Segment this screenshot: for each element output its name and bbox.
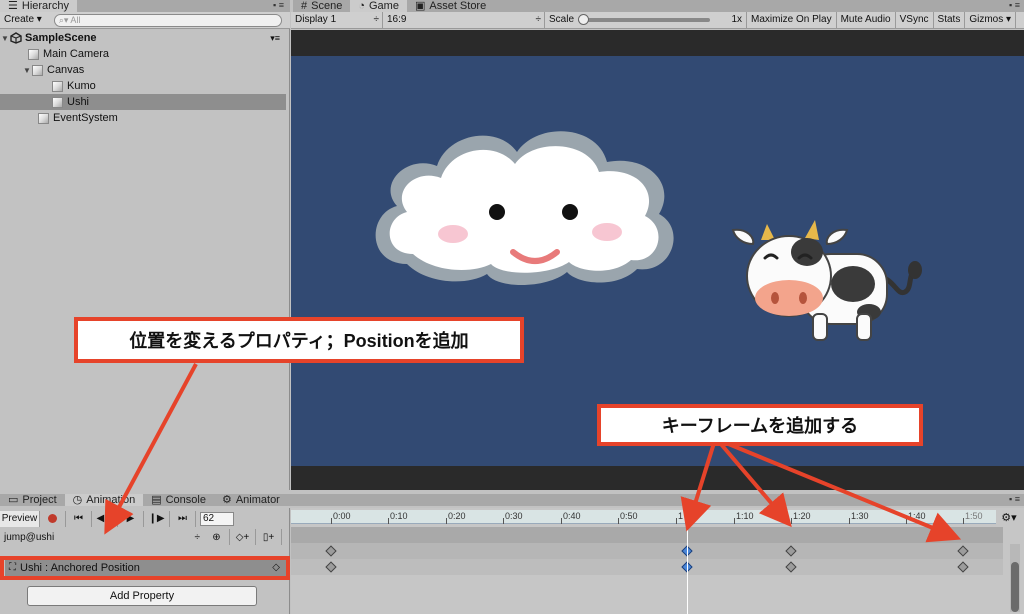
mute-audio-button[interactable]: Mute Audio bbox=[837, 12, 896, 28]
ruler-tick: 1:50 bbox=[965, 511, 983, 521]
tree-item-canvas[interactable]: ▼ Canvas bbox=[0, 62, 286, 78]
add-keyframe-icon[interactable]: ◇+ bbox=[230, 529, 256, 545]
search-icon: ⌕▾ bbox=[58, 14, 69, 25]
last-keyframe-icon[interactable]: ⏭ bbox=[170, 510, 196, 527]
ruler-tick: 1 bbox=[678, 511, 684, 521]
panel-menu-icon[interactable]: ▪ ≡ bbox=[273, 0, 284, 10]
create-button[interactable]: Create ▾ bbox=[0, 12, 46, 28]
aspect-select[interactable]: 16:9 ÷ bbox=[383, 12, 545, 28]
panel-menu-icon[interactable]: ▪ ≡ bbox=[1009, 0, 1020, 10]
clock-icon: ◷ bbox=[72, 493, 83, 506]
tab-game[interactable]: ◔ Game bbox=[350, 0, 407, 12]
gameobject-icon bbox=[32, 64, 43, 76]
gameobject-icon bbox=[28, 48, 39, 60]
preview-toggle[interactable]: Preview bbox=[0, 510, 40, 527]
game-toolbar: Display 1 ÷ 16:9 ÷ Scale 1x Maximize On Pl… bbox=[291, 12, 1024, 29]
panel-menu-icon[interactable]: ▪ ≡ bbox=[1009, 494, 1020, 504]
add-property-button[interactable]: Add Property bbox=[27, 586, 257, 606]
keyframe-callout: キーフレームを追加する bbox=[597, 404, 923, 446]
animation-tabbar: ▭ Project ◷ Animation ▤ Console ⚙ Animat… bbox=[0, 494, 1024, 506]
tree-item-eventsystem[interactable]: EventSystem bbox=[0, 110, 286, 126]
display-select[interactable]: Display 1 ÷ bbox=[291, 12, 383, 28]
ruler-tick: 0:10 bbox=[390, 511, 408, 521]
hierarchy-panel: ☰ Hierarchy ▪ ≡ Create ▾ ⌕▾ All ▼ Sample… bbox=[0, 0, 290, 490]
tree-item-ushi[interactable]: Ushi bbox=[0, 94, 286, 110]
tab-project[interactable]: ▭ Project bbox=[0, 494, 65, 506]
ruler-tick: 1:40 bbox=[908, 511, 926, 521]
dopesheet-row-anchored-position[interactable] bbox=[291, 559, 1003, 575]
add-event-target-icon[interactable]: ⊕ bbox=[204, 529, 230, 545]
ruler-tick: 0:00 bbox=[333, 511, 351, 521]
ruler-tick: 1:30 bbox=[851, 511, 869, 521]
vsync-button[interactable]: VSync bbox=[896, 12, 934, 28]
dopesheet-summary-row[interactable] bbox=[291, 527, 1003, 543]
pacman-icon: ◔ bbox=[358, 0, 365, 12]
fold-open-icon[interactable]: ▼ bbox=[22, 66, 32, 75]
scale-slider-thumb[interactable] bbox=[578, 14, 590, 25]
scene-menu-icon[interactable]: ▾≡ bbox=[270, 33, 280, 44]
scene-name: SampleScene bbox=[25, 32, 97, 44]
prev-keyframe-icon[interactable]: ◀❙ bbox=[92, 510, 118, 527]
game-tabbar: # Scene ◔ Game ▣ Asset Store ▪ ≡ bbox=[293, 0, 1024, 12]
gameobject-icon bbox=[38, 112, 49, 124]
tab-animation[interactable]: ◷ Animation bbox=[64, 493, 144, 506]
list-icon: ☰ bbox=[8, 0, 18, 12]
gameobject-icon bbox=[52, 96, 63, 108]
ruler-tick: 1:10 bbox=[736, 511, 754, 521]
timeline-scrollbar-thumb[interactable] bbox=[1011, 562, 1019, 612]
scale-control: Scale 1x bbox=[545, 12, 747, 28]
ruler-tick: 0:50 bbox=[620, 511, 638, 521]
gameobject-icon bbox=[52, 80, 63, 92]
console-icon: ▤ bbox=[151, 493, 162, 506]
bag-icon: ▣ bbox=[414, 0, 426, 12]
ruler-tick: 1:20 bbox=[793, 511, 811, 521]
cloud-character-image bbox=[375, 131, 674, 286]
hierarchy-tabbar: ☰ Hierarchy ▪ ≡ bbox=[0, 0, 290, 12]
clip-select[interactable]: jump@ushi ÷ bbox=[0, 530, 204, 544]
dopesheet-row-all[interactable] bbox=[291, 543, 1003, 559]
ruler-tick: 0:20 bbox=[448, 511, 466, 521]
dopesheet-timeline[interactable]: 0:00 0:10 0:20 0:30 0:40 0:50 1 1:10 1:2… bbox=[291, 508, 1024, 614]
hierarchy-toolbar: Create ▾ ⌕▾ All bbox=[0, 12, 290, 29]
play-icon[interactable]: ▶ bbox=[118, 510, 144, 527]
scale-slider[interactable] bbox=[578, 14, 711, 25]
scene-root-row[interactable]: ▼ SampleScene ▾≡ bbox=[0, 30, 286, 46]
playback-controls: Preview ⏮ ◀❙ ▶ ❙▶ ⏭ 62 bbox=[0, 510, 234, 527]
tab-scene[interactable]: # Scene bbox=[293, 0, 350, 12]
stats-button[interactable]: Stats bbox=[934, 12, 966, 28]
fold-open-icon[interactable]: ▼ bbox=[0, 34, 10, 43]
frame-input[interactable]: 62 bbox=[200, 511, 234, 526]
tree-item-kumo[interactable]: Kumo bbox=[0, 78, 286, 94]
animator-icon: ⚙ bbox=[221, 493, 232, 506]
tab-console[interactable]: ▤ Console bbox=[143, 494, 214, 506]
add-event-icon[interactable]: ▯+ bbox=[256, 529, 282, 545]
gizmos-button[interactable]: Gizmos ▾ bbox=[965, 12, 1017, 28]
tree-item-main-camera[interactable]: Main Camera bbox=[0, 46, 286, 62]
ruler-tick: 0:30 bbox=[505, 511, 523, 521]
grid-icon: # bbox=[301, 0, 308, 12]
property-highlight-box bbox=[0, 556, 290, 580]
first-keyframe-icon[interactable]: ⏮ bbox=[66, 510, 92, 527]
record-button[interactable] bbox=[40, 510, 66, 527]
unity-scene-icon bbox=[10, 32, 22, 44]
position-callout: 位置を変えるプロパティ；Positionを追加 bbox=[74, 317, 524, 363]
folder-icon: ▭ bbox=[8, 493, 19, 506]
next-keyframe-icon[interactable]: ❙▶ bbox=[144, 510, 170, 527]
timeline-scrollbar[interactable] bbox=[1010, 544, 1020, 612]
playhead[interactable] bbox=[687, 508, 688, 614]
ruler-tick: 0:40 bbox=[563, 511, 581, 521]
search-input[interactable]: ⌕▾ All bbox=[53, 13, 282, 27]
cow-character-image bbox=[731, 220, 922, 341]
tab-hierarchy[interactable]: ☰ Hierarchy bbox=[0, 0, 77, 12]
maximize-on-play-button[interactable]: Maximize On Play bbox=[747, 12, 837, 28]
clip-toolbar: jump@ushi ÷ ⊕ ◇+ ▯+ bbox=[0, 529, 290, 545]
tab-animator[interactable]: ⚙ Animator bbox=[214, 494, 288, 506]
timeline-settings-gear-icon[interactable]: ⚙▾ bbox=[998, 510, 1020, 524]
tab-asset-store[interactable]: ▣ Asset Store bbox=[407, 0, 494, 12]
timeline-ruler[interactable]: 0:00 0:10 0:20 0:30 0:40 0:50 1 1:10 1:2… bbox=[291, 510, 996, 524]
